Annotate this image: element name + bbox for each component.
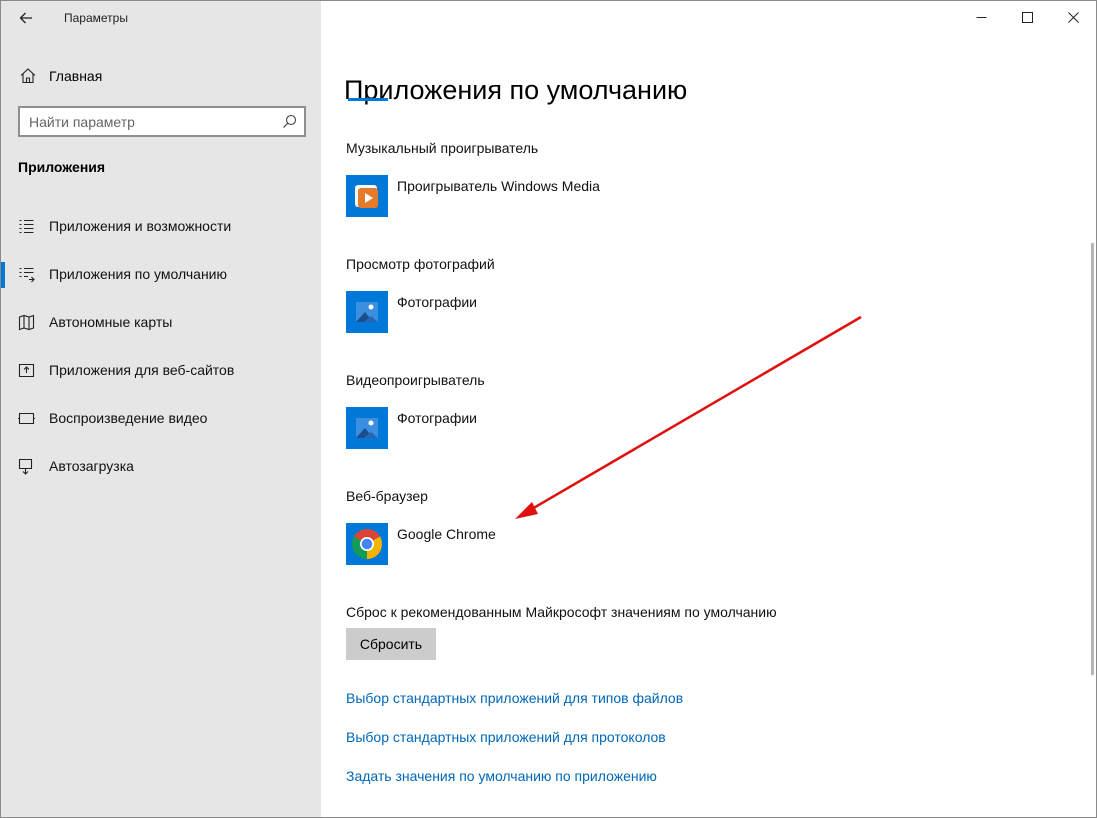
- reset-button[interactable]: Сбросить: [346, 628, 436, 660]
- close-icon: [1067, 11, 1079, 23]
- startup-icon: [18, 458, 33, 475]
- web-browser-label: Веб-браузер: [346, 488, 428, 504]
- back-arrow-icon: [19, 12, 32, 24]
- offline-maps-icon: [18, 314, 35, 331]
- page-title: Приложения по умолчанию: [344, 75, 688, 106]
- sidebar-item-label: Приложения для веб-сайтов: [49, 362, 235, 378]
- sidebar-item-label: Автозагрузка: [49, 458, 134, 474]
- maximize-icon: [1021, 11, 1033, 23]
- link-set-defaults-by-app[interactable]: Задать значения по умолчанию по приложен…: [346, 768, 657, 784]
- minimize-button[interactable]: [958, 1, 1004, 33]
- default-apps-icon: [19, 267, 35, 283]
- sidebar-item-label: Приложения и возможности: [49, 218, 232, 234]
- window-title: Параметры: [64, 11, 128, 25]
- sidebar-item-label: Приложения по умолчанию: [49, 266, 227, 282]
- sidebar-item-home[interactable]: Главная: [19, 65, 102, 87]
- web-browser-app-name: Google Chrome: [397, 526, 496, 542]
- photos-icon: [346, 291, 388, 333]
- music-player-app-button[interactable]: Проигрыватель Windows Media: [346, 175, 600, 217]
- apps-features-icon: [19, 219, 34, 234]
- window-controls: [958, 1, 1096, 33]
- main-content: Приложения по умолчанию Музыкальный прои…: [321, 1, 1096, 817]
- windows-media-player-icon: [346, 175, 388, 217]
- minimize-icon: [976, 16, 986, 18]
- video-playback-icon: [18, 412, 35, 425]
- reset-label: Сброс к рекомендованным Майкрософт значе…: [346, 604, 777, 620]
- search-box[interactable]: [18, 106, 306, 137]
- web-browser-app-button[interactable]: Google Chrome: [346, 523, 496, 565]
- sidebar-item-video-playback[interactable]: Воспроизведение видео: [1, 395, 321, 443]
- maximize-button[interactable]: [1004, 1, 1050, 33]
- sidebar: Параметры Главная Приложения Приложения …: [1, 1, 321, 817]
- music-player-app-name: Проигрыватель Windows Media: [397, 178, 600, 194]
- home-icon: [20, 68, 36, 84]
- sidebar-section-title: Приложения: [18, 159, 106, 175]
- scrollbar[interactable]: [1091, 243, 1094, 675]
- photos-icon: [346, 407, 388, 449]
- photo-viewer-label: Просмотр фотографий: [346, 256, 495, 272]
- apps-for-websites-icon: [18, 363, 35, 378]
- video-player-app-name: Фотографии: [397, 410, 478, 426]
- link-choose-by-file-type[interactable]: Выбор стандартных приложений для типов ф…: [346, 690, 683, 706]
- photo-viewer-app-button[interactable]: Фотографии: [346, 291, 477, 333]
- sidebar-item-apps-features[interactable]: Приложения и возможности: [1, 203, 321, 251]
- sidebar-item-startup[interactable]: Автозагрузка: [1, 443, 321, 491]
- video-player-label: Видеопроигрыватель: [346, 372, 485, 388]
- sidebar-item-offline-maps[interactable]: Автономные карты: [1, 299, 321, 347]
- sidebar-item-label: Воспроизведение видео: [49, 410, 208, 426]
- settings-window: Параметры Главная Приложения Приложения …: [0, 0, 1097, 818]
- chrome-icon: [346, 523, 388, 565]
- back-button[interactable]: [15, 7, 37, 29]
- active-indicator: [1, 262, 5, 288]
- sidebar-home-label: Главная: [49, 68, 103, 84]
- video-player-app-button[interactable]: Фотографии: [346, 407, 477, 449]
- title-accent-bar: [348, 98, 388, 101]
- sidebar-nav: Приложения и возможности Приложения по у…: [1, 203, 321, 491]
- music-player-label: Музыкальный проигрыватель: [346, 140, 539, 156]
- link-choose-by-protocol[interactable]: Выбор стандартных приложений для протоко…: [346, 729, 666, 745]
- search-icon[interactable]: [282, 114, 297, 129]
- sidebar-item-apps-for-websites[interactable]: Приложения для веб-сайтов: [1, 347, 321, 395]
- sidebar-item-default-apps[interactable]: Приложения по умолчанию: [1, 251, 321, 299]
- search-input[interactable]: [29, 112, 269, 132]
- photo-viewer-app-name: Фотографии: [397, 294, 478, 310]
- close-button[interactable]: [1050, 1, 1096, 33]
- sidebar-item-label: Автономные карты: [49, 314, 173, 330]
